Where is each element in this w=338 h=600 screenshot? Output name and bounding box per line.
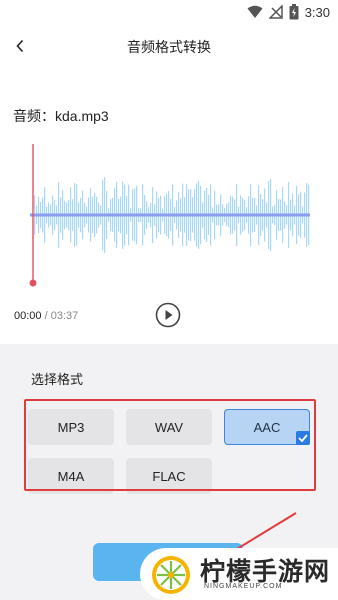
time-separator: / <box>44 310 48 322</box>
total-time: 03:37 <box>50 310 79 322</box>
wifi-icon <box>247 5 263 18</box>
battery-icon <box>289 4 299 20</box>
waveform-center-line <box>30 213 310 217</box>
time-display: 00:00 / 03:37 <box>14 310 78 322</box>
no-signal-icon <box>268 5 283 19</box>
page-title: 音频格式转换 <box>127 39 211 55</box>
playhead-handle[interactable] <box>29 279 37 287</box>
audio-file-label: 音频：kda.mp3 <box>13 108 109 124</box>
format-panel-title: 选择格式 <box>31 372 84 387</box>
lemon-logo-icon <box>152 556 190 594</box>
status-icons: 3:30 <box>247 4 330 20</box>
status-time: 3:30 <box>304 4 330 20</box>
current-time: 00:00 <box>14 310 42 322</box>
highlight-annotation-box <box>24 399 316 491</box>
watermark-domain: NINGMAKEUP.COM <box>204 583 283 590</box>
audio-waveform[interactable] <box>0 140 338 290</box>
header: 音频格式转换 <box>0 28 338 64</box>
status-bar: 3:30 <box>0 0 338 24</box>
play-button[interactable] <box>155 302 181 328</box>
play-icon <box>155 302 181 328</box>
watermark: 柠檬手游网 NINGMAKEUP.COM <box>140 548 338 600</box>
